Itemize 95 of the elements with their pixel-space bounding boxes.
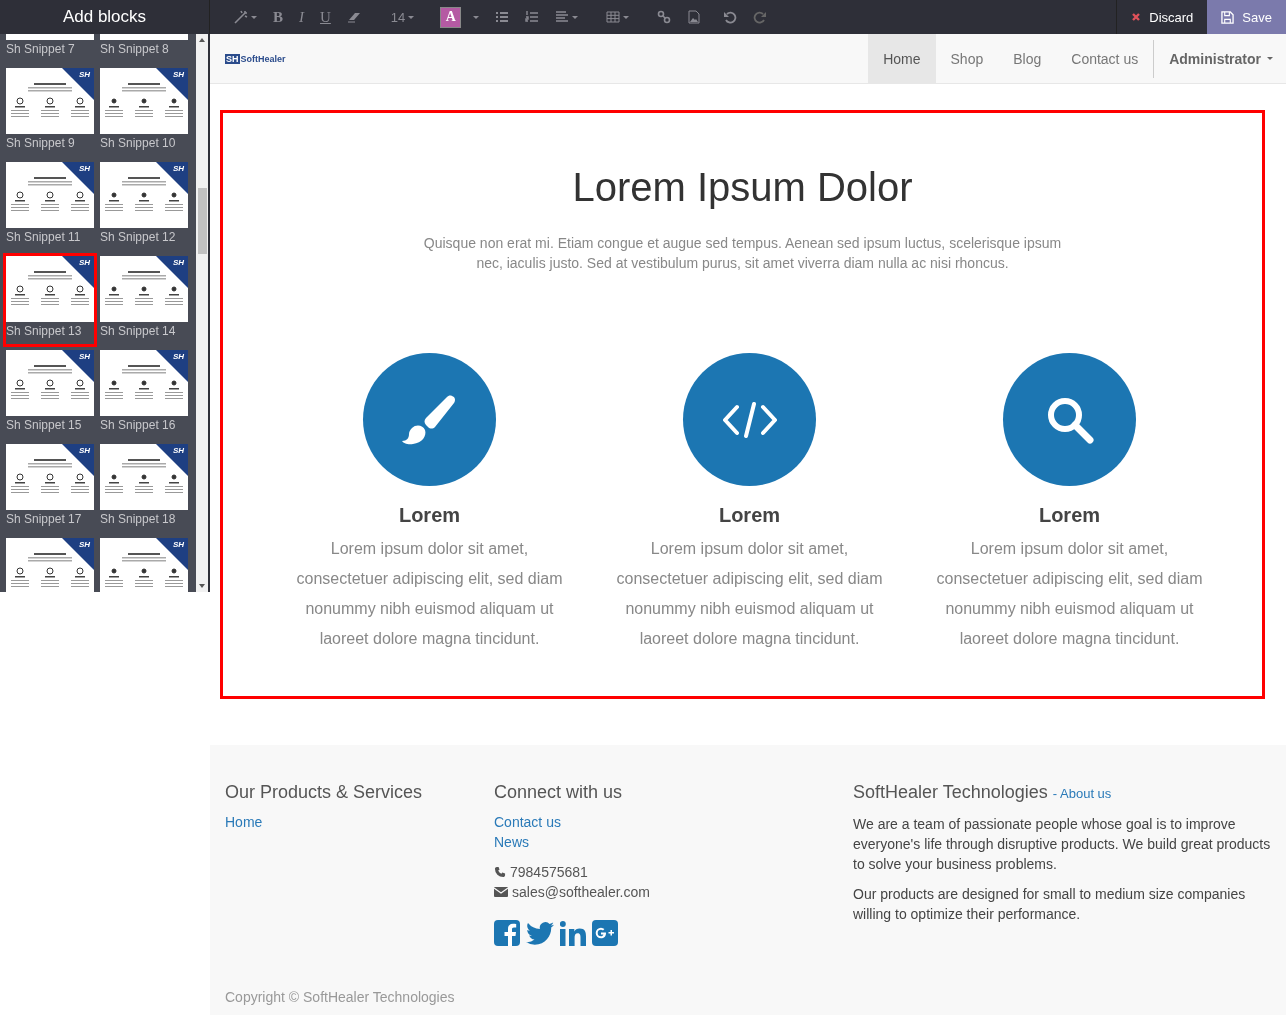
snippet-thumbnail[interactable]: SH <box>100 162 188 228</box>
table-icon <box>606 10 621 24</box>
close-icon <box>1131 12 1142 22</box>
about-paragraph: We are a team of passionate people whose goal is to improve everyone's life through disruptive products. We build great products to solve your business problems. <box>853 815 1272 874</box>
logo[interactable]: SH SoftHealer <box>225 53 286 64</box>
email-address: sales@softhealer.com <box>512 883 650 902</box>
linkedin-icon[interactable] <box>560 920 586 946</box>
snippet-item[interactable]: Sh Snippet 7 <box>3 34 97 65</box>
footer-link[interactable]: Contact us <box>494 812 853 832</box>
feature-text: Lorem ipsum dolor sit amet, consectetuer adipiscing elit, sed diam nonummy nibh euismod aliquam ut laoreet dolore magna tincidunt. <box>615 539 884 649</box>
snippet-label: Sh Snippet 7 <box>6 41 76 58</box>
twitter-bird-icon[interactable] <box>526 921 554 945</box>
snippet-label: Sh Snippet 12 <box>100 229 177 246</box>
snippet-thumbnail[interactable]: SH <box>6 162 94 228</box>
snippet-item[interactable]: SH Sh Snippet 17 <box>3 441 97 535</box>
feature-title: Lorem <box>718 503 781 527</box>
undo-icon <box>723 10 738 24</box>
scrollbar[interactable] <box>196 34 208 592</box>
font-size-dropdown[interactable]: 14 <box>382 0 423 34</box>
user-menu[interactable]: Administrator <box>1154 33 1286 84</box>
caret-icon <box>251 15 257 19</box>
copyright-text: Copyright © SoftHealer Technologies <box>225 989 456 1005</box>
snippet-label: Sh Snippet 9 <box>6 135 76 152</box>
snippet-label: Sh Snippet 16 <box>100 417 177 434</box>
snippet-label: Sh Snippet 11 <box>6 229 82 246</box>
phone-icon <box>494 866 506 878</box>
feature-text: Lorem ipsum dolor sit amet, consectetuer adipiscing elit, sed diam nonummy nibh euismod aliquam ut laoreet dolore magna tincidunt. <box>935 539 1204 649</box>
snippet-thumbnail[interactable]: SH <box>6 444 94 510</box>
snippet-item[interactable]: SH Sh Snippet 15 <box>3 347 97 441</box>
footer-heading: Connect with us <box>494 781 624 804</box>
snippet-item[interactable]: SH Sh Snippet 9 <box>3 65 97 159</box>
scrollbar-thumb[interactable] <box>198 188 207 254</box>
footer-heading: SoftHealer Technologies <box>853 782 1048 802</box>
bullet-list-icon <box>495 10 510 24</box>
save-button[interactable]: Save <box>1207 0 1286 34</box>
section-title: Lorem Ipsum Dolor <box>572 164 913 211</box>
bold-button[interactable]: B <box>265 0 291 34</box>
footer-link[interactable]: Home <box>225 812 494 832</box>
snippet-thumbnail[interactable]: SH <box>6 68 94 134</box>
image-icon <box>687 10 702 24</box>
snippet-item[interactable]: Sh Snippet 8 <box>97 34 191 65</box>
snippet-label: Sh Snippet 8 <box>100 41 170 58</box>
nav-link[interactable]: Home <box>868 33 936 84</box>
footer-link[interactable]: News <box>494 832 853 852</box>
google-plus-icon[interactable] <box>592 920 618 946</box>
about-paragraph: Our products are designed for small to medium size companies willing to optimize their performance. <box>853 885 1247 924</box>
snippet-item[interactable]: SH Sh Snippet 10 <box>97 65 191 159</box>
snippet-item[interactable]: SH Sh Snippet 16 <box>97 347 191 441</box>
about-link[interactable]: - About us <box>1052 786 1112 801</box>
section-subtitle: Quisque non erat mi. Etiam congue et augue sed tempus. Aenean sed ipsum luctus, scelerisque ipsum nec, iaculis justo. Sed at vestibulum purus, sit amet viverra diam nulla ac nisi rhoncus. <box>422 234 1063 273</box>
snippet-label: Sh Snippet 14 <box>100 323 177 340</box>
link-icon <box>657 10 672 24</box>
nav-link[interactable]: Contact us <box>1056 33 1154 84</box>
snippet-label: Sh Snippet 13 <box>6 323 83 340</box>
feature-title: Lorem <box>398 503 461 527</box>
snippet-thumbnail[interactable]: SH <box>100 444 188 510</box>
caret-icon <box>473 15 480 19</box>
caret-icon <box>572 15 579 19</box>
numbered-list-icon <box>525 10 540 24</box>
search-icon <box>1045 395 1094 444</box>
wand-icon <box>234 10 248 24</box>
text-color-button[interactable]: A <box>440 6 462 28</box>
feature-title: Lorem <box>1038 503 1101 527</box>
snippet-label: Sh Snippet 10 <box>100 135 177 152</box>
footer-heading: Our Products & Services <box>225 781 424 804</box>
code-icon <box>722 401 777 438</box>
caret-icon <box>1267 57 1273 60</box>
snippet-thumbnail[interactable]: SH <box>6 256 94 322</box>
feature-text: Lorem ipsum dolor sit amet, consectetuer adipiscing elit, sed diam nonummy nibh euismod aliquam ut laoreet dolore magna tincidunt. <box>295 539 564 649</box>
underline-button[interactable]: U <box>312 0 339 34</box>
align-left-icon <box>555 10 570 24</box>
snippet-thumbnail[interactable]: SH <box>6 350 94 416</box>
snippet-label: Sh Snippet 15 <box>6 417 83 434</box>
paintbrush-icon <box>401 393 458 446</box>
eraser-icon <box>346 10 361 24</box>
snippet-thumbnail[interactable]: SH <box>100 68 188 134</box>
floppy-disk-icon <box>1221 10 1235 24</box>
snippet-item[interactable]: SH Sh Snippet 18 <box>97 441 191 535</box>
snippet-item[interactable]: SH Sh Snippet 13 <box>3 253 97 347</box>
phone-number: 7984575681 <box>510 863 588 882</box>
caret-icon <box>408 15 415 19</box>
redo-icon <box>753 10 768 24</box>
snippet-thumbnail[interactable]: SH <box>100 350 188 416</box>
caret-icon <box>623 15 630 19</box>
nav-link[interactable]: Blog <box>998 33 1057 84</box>
snippet-item[interactable]: SH Sh Snippet 14 <box>97 253 191 347</box>
snippet-label: Sh Snippet 17 <box>6 511 83 528</box>
facebook-icon[interactable] <box>494 920 520 946</box>
italic-button[interactable]: I <box>291 0 312 34</box>
snippet-label: Sh Snippet 18 <box>100 511 177 528</box>
snippet-thumbnail[interactable]: SH <box>100 256 188 322</box>
nav-link[interactable]: Shop <box>935 33 999 84</box>
envelope-icon <box>494 886 508 898</box>
snippet-item[interactable]: SH Sh Snippet 11 <box>3 159 97 253</box>
snippet-item[interactable]: SH Sh Snippet 12 <box>97 159 191 253</box>
